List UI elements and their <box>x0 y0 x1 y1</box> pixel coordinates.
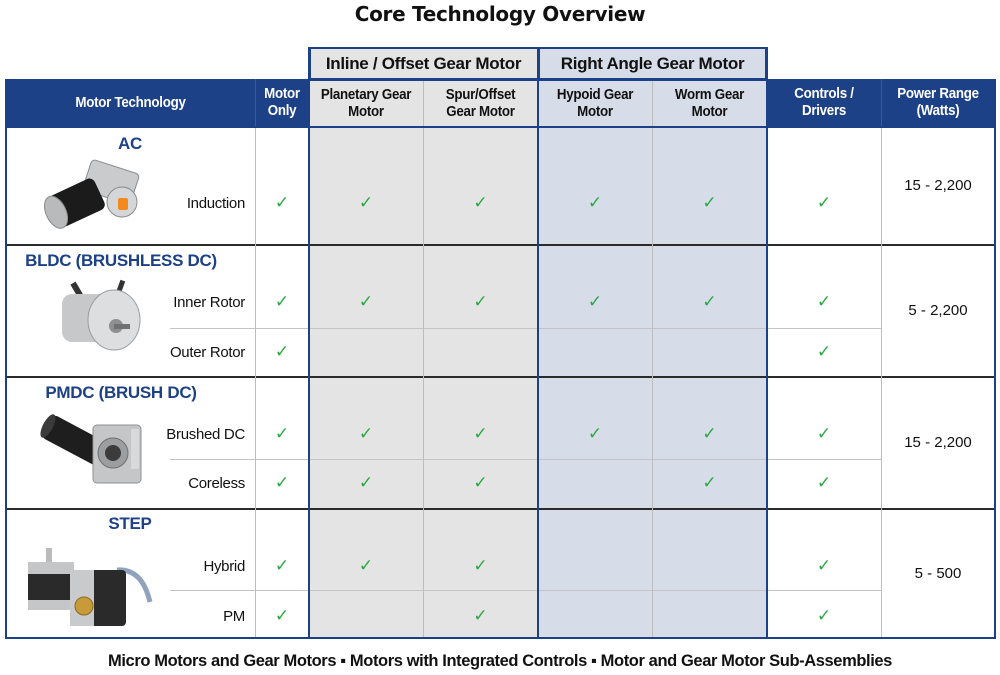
power-range-value: 15 - 2,200 <box>904 177 972 194</box>
column-divider <box>423 80 424 127</box>
header-motor-only-label: Motor Only <box>264 86 300 119</box>
check-spur: ✓ <box>473 606 488 625</box>
motor-type-label: Brushed DC <box>166 425 245 443</box>
row-divider <box>170 328 881 329</box>
check-spur: ✓ <box>473 292 488 311</box>
header-motor-technology-label: Motor Technology <box>75 94 186 111</box>
header-controls-label: Controls / Drivers <box>794 86 854 119</box>
check-worm: ✓ <box>702 193 717 212</box>
check-spur: ✓ <box>473 473 488 492</box>
check-motor-only: ✓ <box>274 606 290 625</box>
check-planetary: ✓ <box>358 424 374 443</box>
category-title: PMDC (BRUSH DC) <box>45 383 197 402</box>
column-divider <box>766 47 768 638</box>
check-planetary: ✓ <box>358 292 374 311</box>
right-angle-group-label: Right Angle Gear Motor <box>560 53 745 73</box>
check-motor-only: ✓ <box>274 292 290 311</box>
check-hypoid: ✓ <box>587 424 603 443</box>
header-power-label: Power Range (Watts) <box>897 86 979 119</box>
power-range-value: 5 - 500 <box>914 564 962 582</box>
check-controls: ✓ <box>816 556 832 575</box>
check-motor-only: ✓ <box>274 473 290 492</box>
stepper-motor-image <box>22 540 157 630</box>
check-controls: ✓ <box>816 342 832 361</box>
column-divider <box>537 47 539 638</box>
category-title: AC <box>118 134 142 153</box>
inline-group-label: Inline / Offset Gear Motor <box>325 53 522 73</box>
check-spur: ✓ <box>473 424 488 443</box>
bldc-motor-image <box>48 278 148 356</box>
power-range-value: 5 - 2,200 <box>908 301 968 319</box>
row-divider <box>6 244 995 246</box>
category-title: BLDC (BRUSHLESS DC) <box>25 251 217 270</box>
column-divider <box>652 127 653 638</box>
check-planetary: ✓ <box>358 556 374 575</box>
check-worm: ✓ <box>702 424 717 443</box>
row-divider <box>170 459 881 460</box>
motor-type-label: Induction <box>186 194 245 212</box>
column-divider <box>255 127 256 638</box>
column-divider <box>881 79 882 127</box>
check-hypoid: ✓ <box>587 193 603 212</box>
check-spur: ✓ <box>473 556 488 575</box>
motor-type-label: Outer Rotor <box>169 343 245 361</box>
motor-type-label: Inner Rotor <box>173 293 245 311</box>
pmdc-gear-motor-image <box>35 405 150 493</box>
check-spur: ✓ <box>473 193 488 212</box>
check-motor-only: ✓ <box>274 342 290 361</box>
footer-tagline: Micro Motors and Gear Motors ▪ Motors wi… <box>108 652 892 670</box>
check-controls: ✓ <box>816 292 832 311</box>
category-title: STEP <box>108 514 152 533</box>
check-controls: ✓ <box>816 606 832 625</box>
check-hypoid: ✓ <box>587 292 603 311</box>
check-worm: ✓ <box>702 473 717 492</box>
check-planetary: ✓ <box>358 473 374 492</box>
column-divider <box>652 80 653 127</box>
power-range-value: 15 - 2,200 <box>904 433 972 451</box>
column-divider <box>308 47 310 638</box>
check-controls: ✓ <box>816 193 832 212</box>
check-motor-only: ✓ <box>274 424 290 443</box>
ac-induction-gear-motor-image <box>38 158 148 233</box>
header-spur-label: Spur/Offset Gear Motor <box>445 86 516 120</box>
column-divider <box>994 79 996 639</box>
row-divider <box>6 508 995 510</box>
motor-type-label: Hybrid <box>203 557 245 575</box>
check-motor-only: ✓ <box>274 556 290 575</box>
motor-type-label: PM <box>223 607 245 625</box>
column-divider <box>881 127 882 638</box>
check-motor-only: ✓ <box>274 193 290 212</box>
page-title: Core Technology Overview <box>354 2 646 26</box>
header-planetary-label: Planetary Gear Motor <box>320 86 412 120</box>
column-divider <box>423 127 424 638</box>
row-divider <box>5 637 996 639</box>
check-worm: ✓ <box>702 292 717 311</box>
row-divider <box>170 590 881 591</box>
check-planetary: ✓ <box>358 193 374 212</box>
row-divider <box>6 126 995 128</box>
check-controls: ✓ <box>816 473 832 492</box>
header-worm-label: Worm Gear Motor <box>674 86 745 120</box>
header-hypoid-label: Hypoid Gear Motor <box>556 86 634 120</box>
motor-type-label: Coreless <box>188 474 245 492</box>
column-divider <box>5 79 7 639</box>
column-divider <box>255 79 256 127</box>
row-divider <box>6 376 995 378</box>
check-controls: ✓ <box>816 424 832 443</box>
